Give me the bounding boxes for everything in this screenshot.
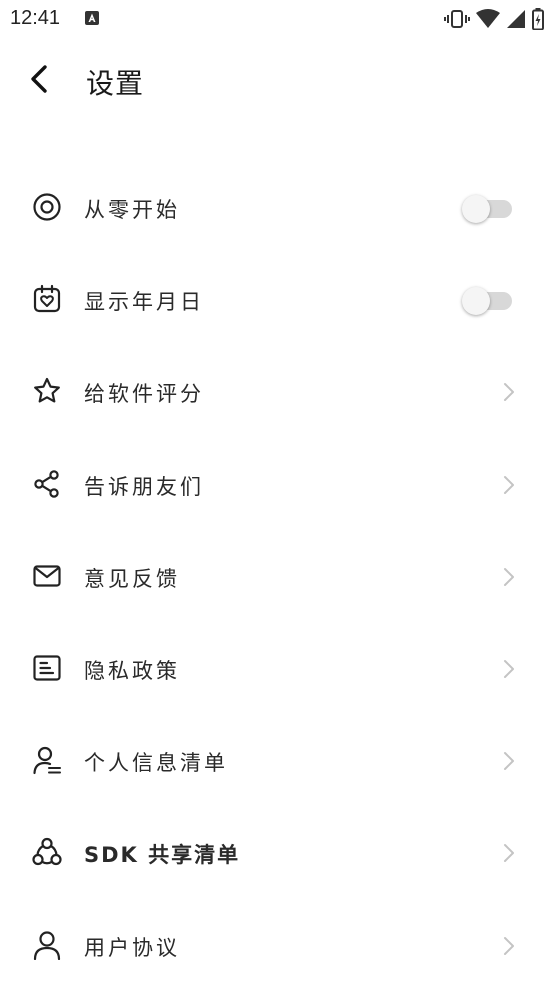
chevron-right-icon bbox=[502, 659, 516, 679]
vibrate-icon bbox=[444, 9, 470, 33]
chevron-right-icon bbox=[502, 936, 516, 956]
star-icon bbox=[32, 376, 62, 406]
back-arrow-icon bbox=[31, 65, 47, 93]
user-icon bbox=[32, 930, 62, 960]
setting-row-rate-app[interactable]: 给软件评分 bbox=[0, 346, 554, 438]
status-icons bbox=[444, 8, 544, 34]
chevron-right-icon bbox=[502, 475, 516, 495]
back-button[interactable] bbox=[22, 62, 56, 96]
setting-label: 意见反馈 bbox=[84, 566, 180, 591]
settings-list: 从零开始 显示年月日 给软件评分 告诉朋友们 意见反馈 隐私政策 个人信息清单 … bbox=[0, 162, 554, 992]
wifi-icon bbox=[476, 9, 500, 33]
setting-label: 隐私政策 bbox=[84, 658, 180, 683]
chevron-right-icon bbox=[502, 382, 516, 402]
user-list-icon bbox=[32, 745, 62, 775]
start-from-zero-toggle[interactable] bbox=[462, 195, 512, 223]
mail-icon bbox=[32, 561, 62, 591]
chevron-right-icon bbox=[502, 567, 516, 587]
setting-label: 从零开始 bbox=[84, 198, 180, 222]
show-date-toggle[interactable] bbox=[462, 287, 512, 316]
setting-row-privacy-policy[interactable]: 隐私政策 bbox=[0, 623, 554, 715]
status-bar: 12:41 bbox=[0, 0, 554, 38]
setting-row-feedback[interactable]: 意见反馈 bbox=[0, 531, 554, 623]
setting-label: 用户协议 bbox=[84, 935, 180, 960]
chevron-right-icon bbox=[502, 751, 516, 771]
calendar-heart-icon bbox=[32, 284, 62, 314]
triangle-nodes-icon bbox=[32, 837, 62, 867]
chevron-right-icon bbox=[502, 843, 516, 863]
setting-label: SDK 共享清单 bbox=[84, 843, 241, 868]
notification-icon bbox=[84, 10, 100, 30]
target-icon bbox=[32, 192, 62, 222]
battery-icon bbox=[532, 8, 544, 34]
share-icon bbox=[32, 469, 62, 499]
setting-row-user-agreement[interactable]: 用户协议 bbox=[0, 900, 554, 992]
status-time: 12:41 bbox=[10, 7, 61, 29]
app-bar: 设置 bbox=[0, 50, 554, 110]
setting-row-sdk-share-list[interactable]: SDK 共享清单 bbox=[0, 807, 554, 899]
page-title: 设置 bbox=[86, 67, 145, 100]
setting-label: 告诉朋友们 bbox=[84, 474, 204, 499]
setting-label: 给软件评分 bbox=[84, 382, 204, 407]
setting-row-show-date[interactable]: 显示年月日 bbox=[0, 254, 554, 346]
setting-row-personal-info-list[interactable]: 个人信息清单 bbox=[0, 715, 554, 807]
document-icon bbox=[32, 653, 62, 683]
setting-label: 显示年月日 bbox=[84, 290, 204, 315]
signal-icon bbox=[506, 9, 526, 33]
setting-row-start-from-zero[interactable]: 从零开始 bbox=[0, 162, 554, 254]
setting-row-share[interactable]: 告诉朋友们 bbox=[0, 439, 554, 531]
setting-label: 个人信息清单 bbox=[84, 751, 228, 776]
